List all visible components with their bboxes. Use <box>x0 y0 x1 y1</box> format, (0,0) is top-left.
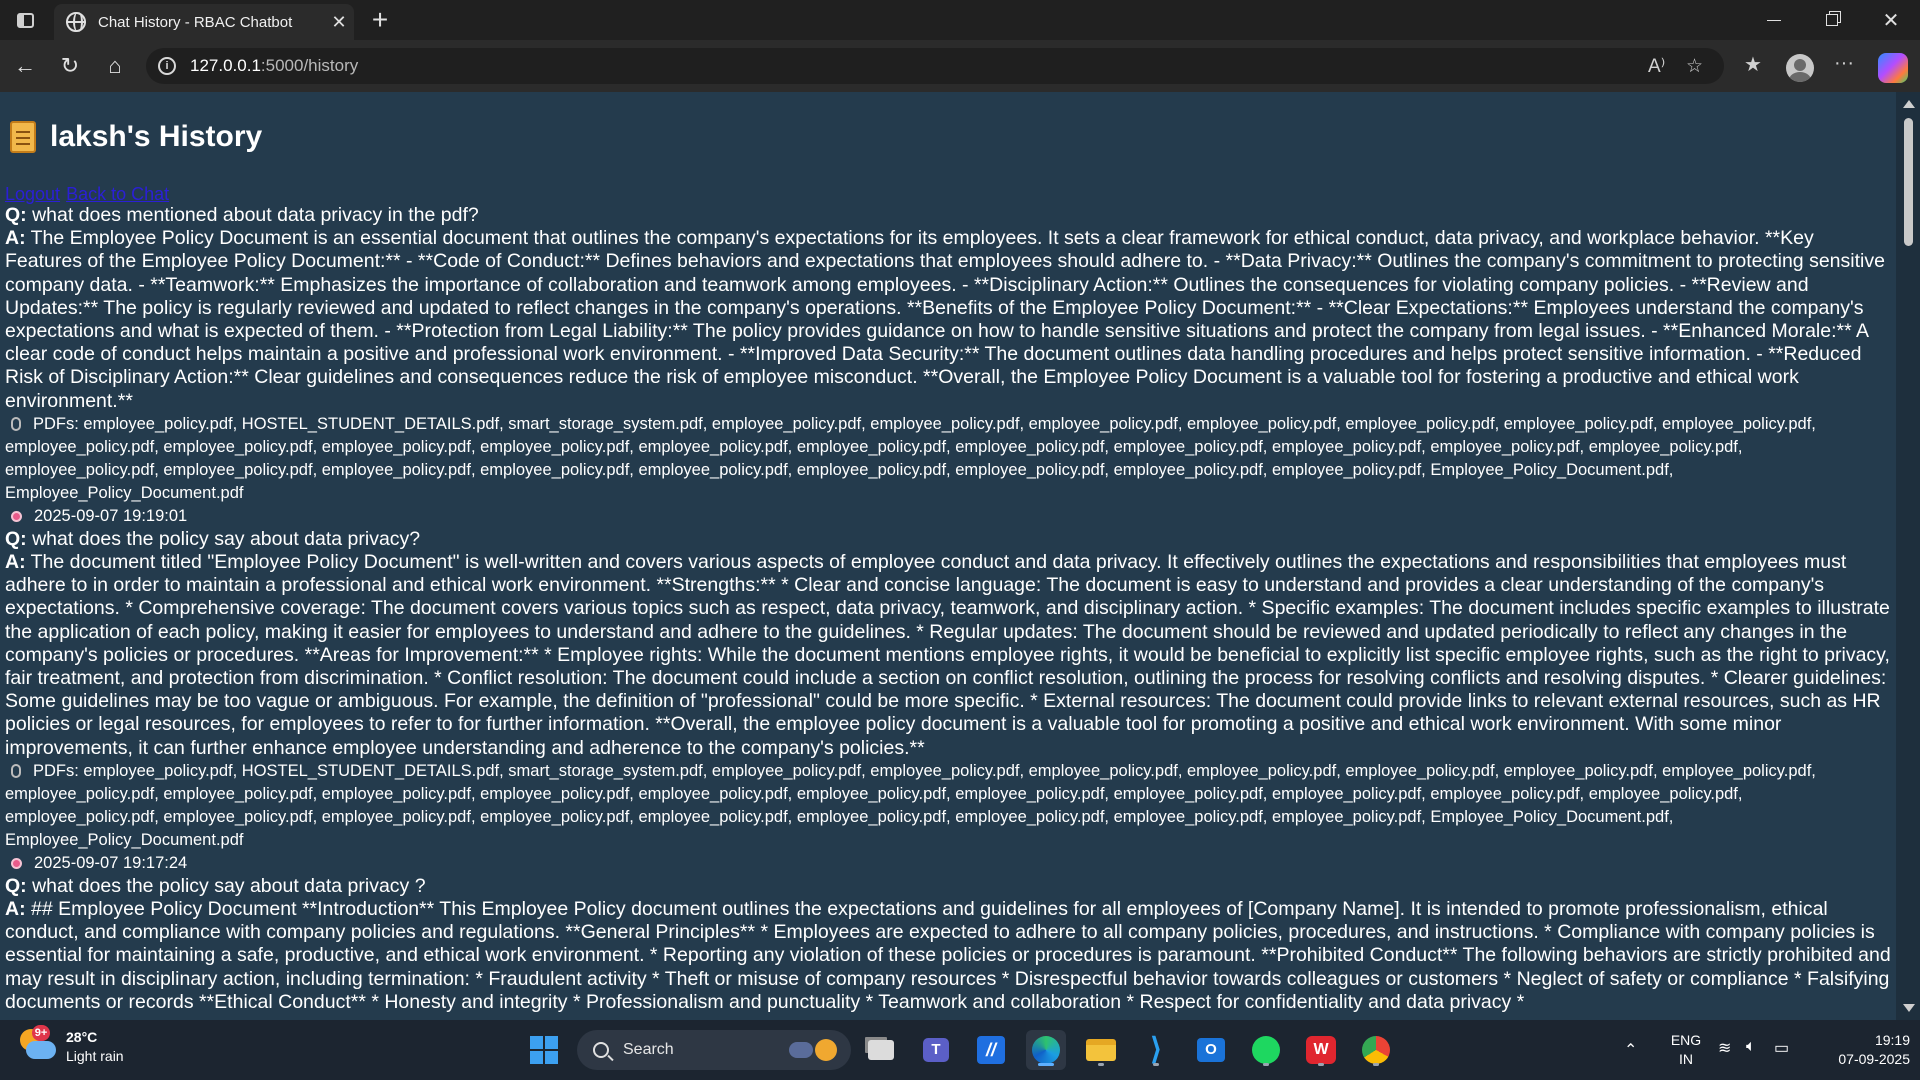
weather-icon: 9+ <box>20 1025 56 1065</box>
tab-close-button[interactable]: ✕ <box>324 12 354 33</box>
search-icon <box>593 1042 609 1058</box>
outlook-icon[interactable]: O <box>1191 1030 1231 1070</box>
vscode-icon[interactable]: ⟩ <box>1136 1030 1176 1070</box>
history-entry: Q: what does the policy say about data p… <box>5 528 1895 875</box>
start-windows-icon[interactable] <box>524 1030 564 1070</box>
search-label: Search <box>623 1041 674 1058</box>
browser-titlebar: Chat History - RBAC Chatbot ✕ + ✕ <box>0 0 1920 40</box>
history-question: Q: what does mentioned about data privac… <box>5 204 479 226</box>
tab-actions-icon[interactable] <box>12 8 38 32</box>
read-aloud-icon[interactable]: A⁾ <box>1648 55 1665 78</box>
scroll-up-arrow-icon[interactable] <box>1903 100 1915 108</box>
teams-icon[interactable]: T <box>916 1030 956 1070</box>
wifi-icon[interactable]: ≋ <box>1718 1038 1731 1058</box>
history-entry: Q: what does mentioned about data privac… <box>5 204 1895 528</box>
minimize-button[interactable] <box>1745 0 1803 40</box>
url-host: 127.0.0.1 <box>190 56 261 75</box>
page-links: Logout Back to Chat <box>5 184 175 205</box>
clock-time: 19:19 <box>1874 1032 1910 1048</box>
browser-tab-active[interactable]: Chat History - RBAC Chatbot ✕ <box>54 4 354 40</box>
copilot-icon[interactable] <box>1878 53 1908 83</box>
refresh-icon[interactable]: ↻ <box>53 50 87 82</box>
chrome-icon[interactable] <box>1356 1030 1396 1070</box>
history-pdfs: PDFs: employee_policy.pdf, HOSTEL_STUDEN… <box>5 761 1816 849</box>
weather-widget[interactable]: 9+ 28°C Light rain <box>20 1025 124 1066</box>
tab-title: Chat History - RBAC Chatbot <box>98 13 293 31</box>
edge-browser-icon[interactable] <box>1026 1030 1066 1070</box>
globe-icon <box>66 12 86 32</box>
show-hidden-icons-chevron-icon[interactable]: ⌃ <box>1624 1040 1637 1060</box>
profile-avatar[interactable] <box>1786 54 1814 82</box>
clock[interactable]: 19:19 07-09-2025 <box>1810 1031 1910 1069</box>
history-timestamp: 2025-09-07 19:19:01 <box>5 505 1895 528</box>
history-pdfs: PDFs: employee_policy.pdf, HOSTEL_STUDEN… <box>5 414 1816 502</box>
app-blue-icon[interactable]: // <box>971 1030 1011 1070</box>
clock-icon <box>11 857 22 869</box>
logout-link[interactable]: Logout <box>5 184 60 204</box>
weather-temperature: 28°C <box>66 1029 98 1045</box>
history-timestamp: 2025-09-07 19:17:24 <box>5 852 1895 875</box>
page-viewport: laksh's History Logout Back to Chat Q: wh… <box>0 92 1920 1020</box>
file-explorer-icon[interactable] <box>1081 1030 1121 1070</box>
weather-badge: 9+ <box>32 1025 50 1041</box>
volume-icon[interactable]: 🔈︎ <box>1746 1038 1756 1056</box>
task-view-icon[interactable] <box>861 1030 901 1070</box>
scroll-down-arrow-icon[interactable] <box>1903 1004 1915 1012</box>
clock-icon <box>11 510 22 522</box>
scroll-icon <box>10 121 36 153</box>
more-menu-icon[interactable]: ··· <box>1834 52 1854 75</box>
history-answer: A: The document titled "Employee Policy … <box>5 551 1890 759</box>
taskbar: 9+ 28°C Light rain Search T // ⟩ O W ⌃ E… <box>0 1020 1920 1080</box>
history-entry: Q: what does the policy say about data p… <box>5 875 1895 1014</box>
paperclip-icon <box>11 763 21 778</box>
battery-icon[interactable]: ▭ <box>1774 1038 1789 1058</box>
back-arrow-icon[interactable]: ← <box>8 50 42 82</box>
weather-condition: Light rain <box>66 1048 124 1064</box>
browser-toolbar: ← ↻ ⌂ i 127.0.0.1:5000/history A⁾ ☆ ★ ··… <box>0 40 1920 92</box>
history-question: Q: what does the policy say about data p… <box>5 874 426 897</box>
clock-date: 07-09-2025 <box>1838 1051 1910 1067</box>
spotify-icon[interactable] <box>1246 1030 1286 1070</box>
history-answer: A: ## Employee Policy Document **Introdu… <box>5 898 1891 1013</box>
history-answer: A: The Employee Policy Document is an es… <box>5 227 1885 412</box>
taskbar-search[interactable]: Search <box>577 1030 851 1070</box>
paperclip-icon <box>11 416 21 431</box>
favorites-icon[interactable]: ★ <box>1744 52 1762 77</box>
language-indicator[interactable]: ENG IN <box>1666 1031 1706 1069</box>
url-path: :5000/history <box>260 56 359 75</box>
home-icon[interactable]: ⌂ <box>98 50 132 82</box>
scroll-thumb[interactable] <box>1904 118 1913 246</box>
search-highlight-icon <box>783 1037 841 1063</box>
page-header: laksh's History <box>10 120 262 154</box>
restore-button[interactable] <box>1803 0 1861 40</box>
page-scrollbar[interactable] <box>1896 92 1920 1020</box>
address-bar[interactable]: i 127.0.0.1:5000/history A⁾ ☆ <box>146 48 1724 84</box>
new-tab-button[interactable]: + <box>364 4 396 36</box>
site-info-icon[interactable]: i <box>158 57 176 75</box>
history-list: Q: what does mentioned about data privac… <box>5 204 1895 1014</box>
back-to-chat-link[interactable]: Back to Chat <box>66 184 169 204</box>
wps-office-icon[interactable]: W <box>1301 1030 1341 1070</box>
page-title: laksh's History <box>50 120 263 153</box>
favorite-star-icon[interactable]: ☆ <box>1686 55 1703 78</box>
close-window-button[interactable]: ✕ <box>1862 0 1920 40</box>
history-question: Q: what does the policy say about data p… <box>5 527 421 550</box>
